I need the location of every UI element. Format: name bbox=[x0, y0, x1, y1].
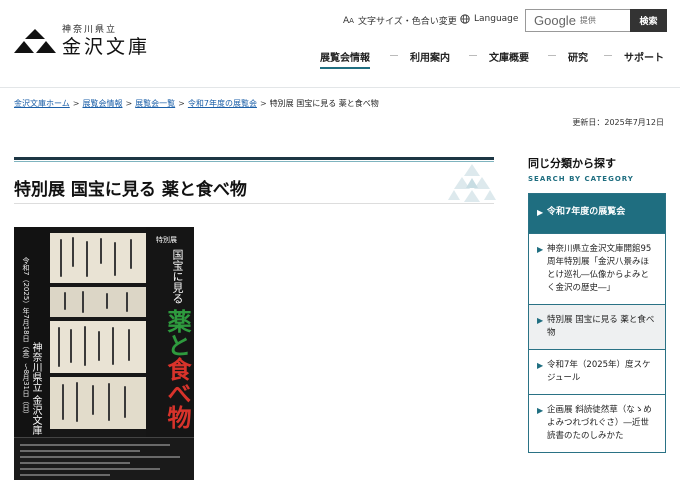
updated-date: 更新日：2025年7月12日 bbox=[572, 118, 664, 127]
gnav-research[interactable]: 研究 bbox=[568, 49, 588, 64]
search-placeholder: 提供 bbox=[579, 16, 596, 25]
logo-mark-icon bbox=[14, 28, 56, 53]
sidebar-title: 同じ分類から探す bbox=[528, 157, 616, 170]
text-size-icon: AA bbox=[343, 15, 354, 26]
exhibition-poster-image: 令和7（2025）年7月18日（金）〜8月31日（日） 神奈川県立 金沢文庫 特… bbox=[14, 227, 194, 480]
sidebar-item-label: 企画展 斜読徒然草（なゝめよみつれづれぐさ）―近世読書のたのしみかた bbox=[547, 405, 652, 441]
language-link[interactable]: Language bbox=[460, 14, 518, 24]
gnav-separator bbox=[548, 55, 556, 56]
logo-subtitle: 神奈川県立 bbox=[62, 25, 118, 35]
sidebar-item-tsurezuregusa[interactable]: ▶ 企画展 斜読徒然草（なゝめよみつれづれぐさ）―近世読書のたのしみかた bbox=[529, 394, 665, 452]
search-button[interactable]: 検索 bbox=[630, 9, 667, 32]
page-title: 特別展 国宝に見る 薬と食べ物 bbox=[14, 180, 247, 200]
breadcrumb-home[interactable]: 金沢文庫ホーム bbox=[14, 99, 70, 108]
breadcrumb-separator: > bbox=[178, 99, 185, 108]
site-header: 神奈川県立 金沢文庫 AA 文字サイズ・色合い変更 Language Googl… bbox=[0, 0, 680, 88]
title-rule-accent bbox=[14, 161, 494, 162]
logo-title: 金沢文庫 bbox=[62, 36, 151, 58]
gnav-separator bbox=[604, 55, 612, 56]
sidebar-item-label: 令和7年（2025年）度スケジュール bbox=[547, 360, 651, 383]
breadcrumb-separator: > bbox=[125, 99, 133, 108]
chevron-right-icon: ▶ bbox=[537, 316, 544, 325]
breadcrumb-separator: > bbox=[72, 99, 80, 108]
title-divider bbox=[14, 203, 494, 204]
sidebar-item-schedule[interactable]: ▶ 令和7年（2025年）度スケジュール bbox=[529, 349, 665, 394]
chevron-right-icon: ▶ bbox=[537, 406, 544, 415]
text-size-label: 文字サイズ・色合い変更 bbox=[357, 17, 457, 27]
gnav-exhibitions[interactable]: 展覧会情報 bbox=[320, 49, 370, 69]
breadcrumb: 金沢文庫ホーム > 展覧会情報 > 展覧会一覧 > 令和7年度の展覧会 > 特別展 国宝に見る … bbox=[14, 98, 379, 109]
sidebar-item-current-exhibition[interactable]: ▶ 特別展 国宝に見る 薬と食べ物 bbox=[529, 304, 665, 349]
gnav-visit[interactable]: 利用案内 bbox=[410, 49, 450, 64]
gnav-separator bbox=[469, 55, 477, 56]
language-label: Language bbox=[474, 14, 519, 24]
chevron-right-icon: ▶ bbox=[537, 208, 544, 217]
breadcrumb-exhibitions[interactable]: 展覧会情報 bbox=[82, 99, 122, 108]
gnav-about[interactable]: 文庫概要 bbox=[489, 49, 529, 64]
triangle-pattern-icon bbox=[448, 164, 496, 202]
poster-title-red: 食べ物 bbox=[163, 357, 192, 429]
poster-big-title: 薬と食べ物 bbox=[163, 309, 192, 429]
sidebar-item-label: 令和7年度の展覧会 bbox=[547, 207, 626, 217]
poster-manuscript bbox=[50, 377, 146, 429]
poster-pre-title: 国宝に見る bbox=[171, 249, 184, 304]
poster-footer bbox=[14, 437, 194, 480]
poster-tag: 特別展 bbox=[156, 236, 177, 244]
sidebar-subtitle: SEARCH BY CATEGORY bbox=[528, 175, 634, 183]
chevron-right-icon: ▶ bbox=[537, 361, 544, 370]
search-brand: Google bbox=[534, 13, 576, 28]
sidebar-item-95th-anniversary[interactable]: ▶ 神奈川県立金沢文庫開館95周年特別展「金沢八景みほとけ巡礼―仏像からよみとく… bbox=[529, 233, 665, 304]
sidebar-item-label: 神奈川県立金沢文庫開館95周年特別展「金沢八景みほとけ巡礼―仏像からよみとく金沢… bbox=[547, 244, 652, 293]
sidebar-item-label: 特別展 国宝に見る 薬と食べ物 bbox=[547, 315, 655, 338]
breadcrumb-reiwa7[interactable]: 令和7年度の展覧会 bbox=[188, 99, 257, 108]
gnav-support[interactable]: サポート bbox=[624, 49, 664, 64]
chevron-right-icon: ▶ bbox=[537, 245, 544, 254]
global-nav: 展覧会情報 利用案内 文庫概要 研究 サポート bbox=[320, 49, 670, 71]
breadcrumb-current: 特別展 国宝に見る 薬と食べ物 bbox=[269, 99, 379, 108]
poster-manuscript bbox=[50, 287, 146, 317]
poster-title-green: 薬と bbox=[163, 309, 192, 357]
poster-manuscript bbox=[50, 233, 146, 283]
sidebar-item-reiwa7[interactable]: ▶ 令和7年度の展覧会 bbox=[529, 194, 665, 233]
globe-icon bbox=[460, 14, 470, 24]
sidebar-category-list: ▶ 令和7年度の展覧会 ▶ 神奈川県立金沢文庫開館95周年特別展「金沢八景みほと… bbox=[528, 193, 666, 453]
text-size-color-link[interactable]: AA 文字サイズ・色合い変更 bbox=[343, 14, 457, 28]
breadcrumb-exhibition-list[interactable]: 展覧会一覧 bbox=[135, 99, 175, 108]
site-logo[interactable]: 神奈川県立 金沢文庫 bbox=[14, 25, 150, 58]
breadcrumb-separator: > bbox=[259, 99, 267, 108]
title-rule bbox=[14, 157, 494, 160]
gnav-separator bbox=[390, 55, 398, 56]
site-search-input[interactable]: Google 提供 bbox=[525, 9, 631, 32]
poster-manuscript bbox=[50, 321, 146, 373]
